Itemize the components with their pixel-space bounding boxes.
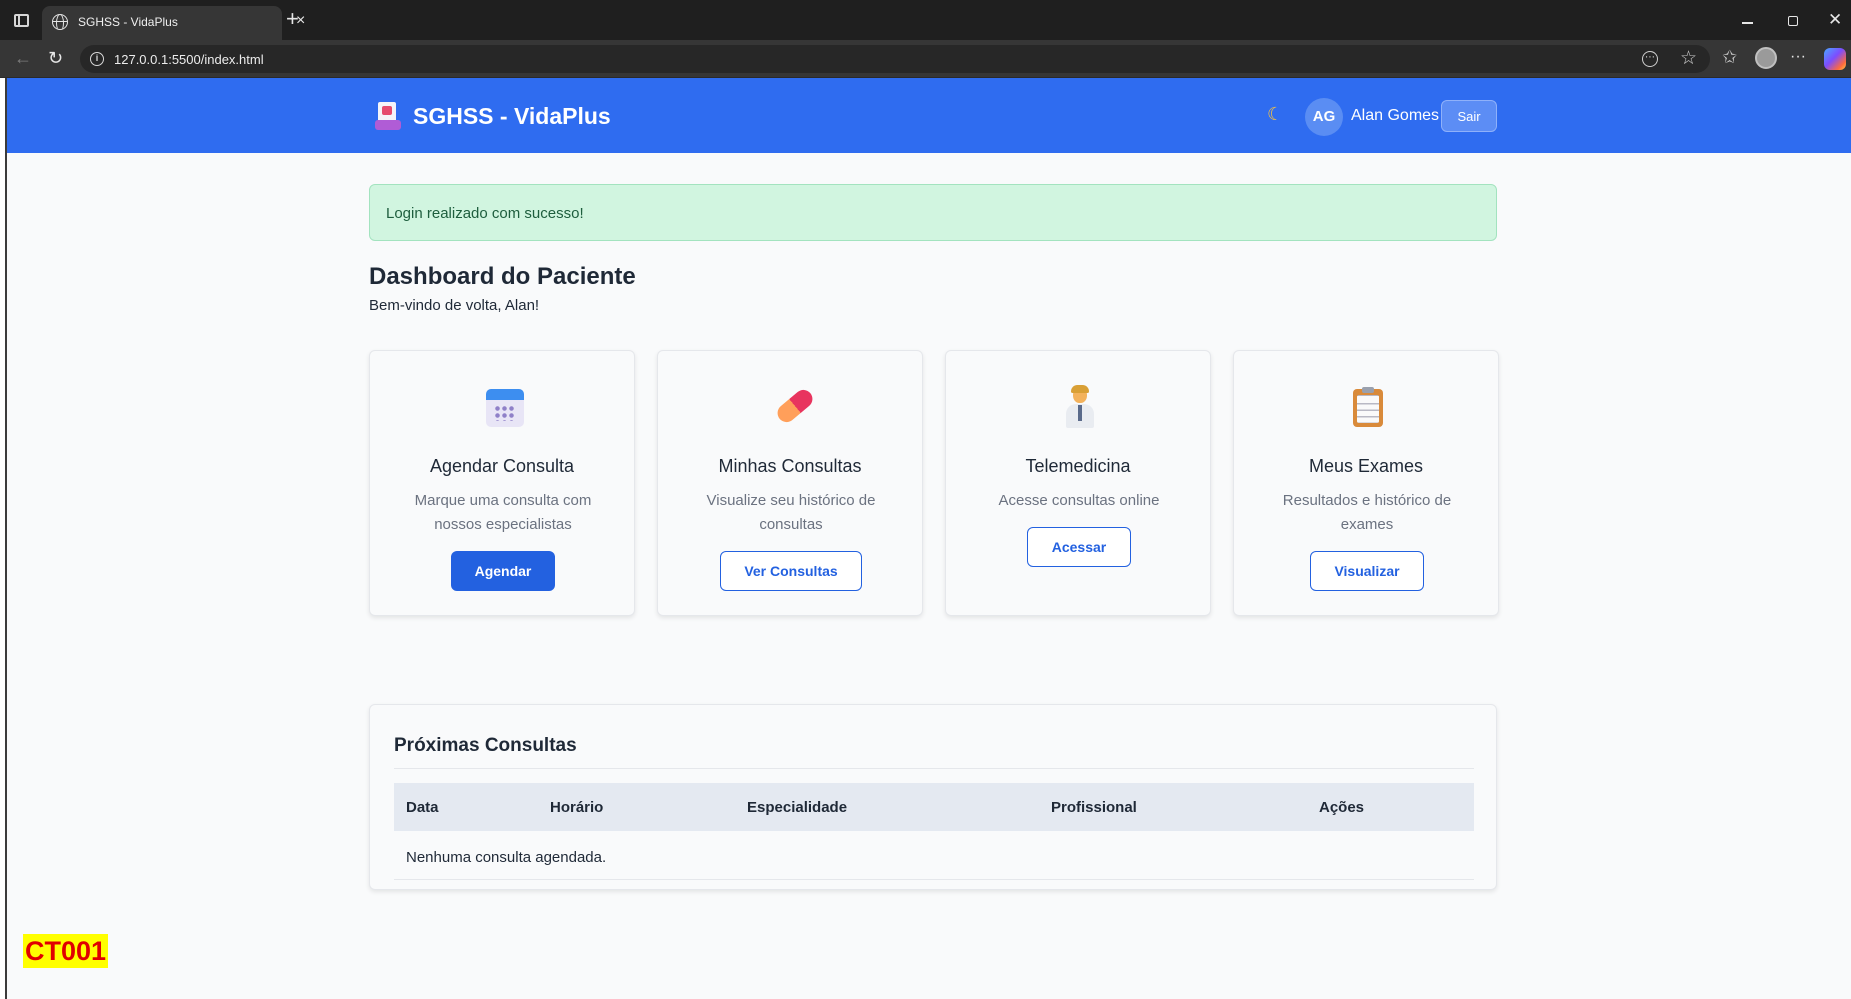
tab-actions-icon[interactable] bbox=[14, 14, 29, 27]
copilot-icon[interactable] bbox=[1824, 48, 1846, 70]
card-description: Acesse consultas online bbox=[998, 492, 1160, 509]
column-header-acoes: Ações bbox=[1319, 799, 1365, 816]
doctor-icon bbox=[1059, 385, 1099, 429]
welcome-text: Bem-vindo de volta, Alan! bbox=[369, 297, 540, 314]
ver-consultas-button[interactable]: Ver Consultas bbox=[720, 551, 862, 591]
browser-toolbar: ← ↻ i 127.0.0.1:5500/index.html ⋯ ☆ ✩ ··… bbox=[0, 40, 1851, 78]
page-title: Dashboard do Paciente bbox=[369, 263, 636, 290]
table-header: Data Horário Especialidade Profissional … bbox=[394, 783, 1474, 831]
column-header-especialidade: Especialidade bbox=[747, 799, 848, 816]
agendar-button[interactable]: Agendar bbox=[451, 551, 555, 591]
card-minhas-consultas: Minhas Consultas Visualize seu histórico… bbox=[657, 350, 923, 616]
visualizar-button[interactable]: Visualizar bbox=[1310, 551, 1424, 591]
restore-icon[interactable] bbox=[1788, 16, 1798, 26]
empty-table-message: Nenhuma consulta agendada. bbox=[406, 849, 607, 866]
more-options-icon[interactable]: ··· bbox=[1790, 48, 1806, 66]
user-name: Alan Gomes bbox=[1351, 107, 1440, 124]
favorites-icon[interactable]: ✩ bbox=[1722, 47, 1737, 68]
upcoming-appointments-panel: Próximas Consultas Data Horário Especial… bbox=[369, 704, 1497, 890]
test-case-label: CT001 bbox=[23, 934, 109, 968]
card-title: Minhas Consultas bbox=[718, 456, 862, 476]
calendar-icon bbox=[483, 387, 524, 429]
window-close-icon[interactable]: ✕ bbox=[1828, 10, 1842, 30]
avatar: AG bbox=[1305, 98, 1343, 136]
back-icon[interactable]: ← bbox=[14, 48, 32, 69]
moon-icon[interactable]: ☾ bbox=[1267, 104, 1283, 125]
card-telemedicina: Telemedicina Acesse consultas online Ace… bbox=[945, 350, 1211, 616]
logout-button[interactable]: Sair bbox=[1441, 100, 1497, 132]
clipboard-icon bbox=[1347, 387, 1387, 429]
divider bbox=[394, 768, 1474, 769]
profile-icon[interactable] bbox=[1755, 47, 1777, 69]
minimize-icon[interactable] bbox=[1742, 22, 1753, 24]
section-title: Próximas Consultas bbox=[394, 735, 577, 756]
card-agendar-consulta: Agendar Consulta Marque uma consulta com… bbox=[369, 350, 635, 616]
column-header-horario: Horário bbox=[550, 799, 604, 816]
column-header-data: Data bbox=[406, 799, 439, 816]
acessar-button[interactable]: Acessar bbox=[1027, 527, 1131, 567]
card-description: Visualize seu histórico de consultas bbox=[706, 492, 876, 533]
card-title: Agendar Consulta bbox=[429, 456, 575, 476]
browser-tab-strip: SGHSS - VidaPlus × + ✕ bbox=[0, 0, 1851, 40]
app-header: SGHSS - VidaPlus ☾ AG Alan Gomes Sair bbox=[7, 78, 1851, 153]
column-header-profissional: Profissional bbox=[1051, 799, 1137, 816]
pill-icon bbox=[771, 386, 817, 429]
success-alert: Login realizado com sucesso! bbox=[369, 184, 1497, 241]
reload-icon[interactable]: ↻ bbox=[48, 48, 63, 69]
tab-title: SGHSS - VidaPlus bbox=[78, 15, 178, 29]
card-description: Resultados e histórico de exames bbox=[1282, 492, 1452, 533]
address-bar[interactable]: i 127.0.0.1:5500/index.html ⋯ ☆ bbox=[80, 45, 1710, 73]
card-title: Meus Exames bbox=[1308, 456, 1424, 476]
card-meus-exames: Meus Exames Resultados e histórico de ex… bbox=[1233, 350, 1499, 616]
hospital-logo-icon bbox=[375, 102, 401, 130]
new-tab-icon[interactable]: + bbox=[286, 8, 299, 30]
divider bbox=[394, 879, 1474, 880]
url-text[interactable]: 127.0.0.1:5500/index.html bbox=[114, 52, 264, 67]
brand-title[interactable]: SGHSS - VidaPlus bbox=[413, 103, 611, 130]
favorite-star-icon[interactable]: ☆ bbox=[1680, 47, 1697, 70]
page-viewport: SGHSS - VidaPlus ☾ AG Alan Gomes Sair Lo… bbox=[5, 78, 1851, 999]
globe-icon bbox=[52, 14, 68, 30]
card-title: Telemedicina bbox=[1025, 456, 1131, 476]
card-description: Marque uma consulta com nossos especiali… bbox=[414, 492, 592, 533]
reader-mode-icon[interactable]: ⋯ bbox=[1642, 51, 1658, 67]
site-info-icon[interactable]: i bbox=[90, 52, 104, 66]
browser-tab[interactable]: SGHSS - VidaPlus × bbox=[42, 6, 305, 40]
